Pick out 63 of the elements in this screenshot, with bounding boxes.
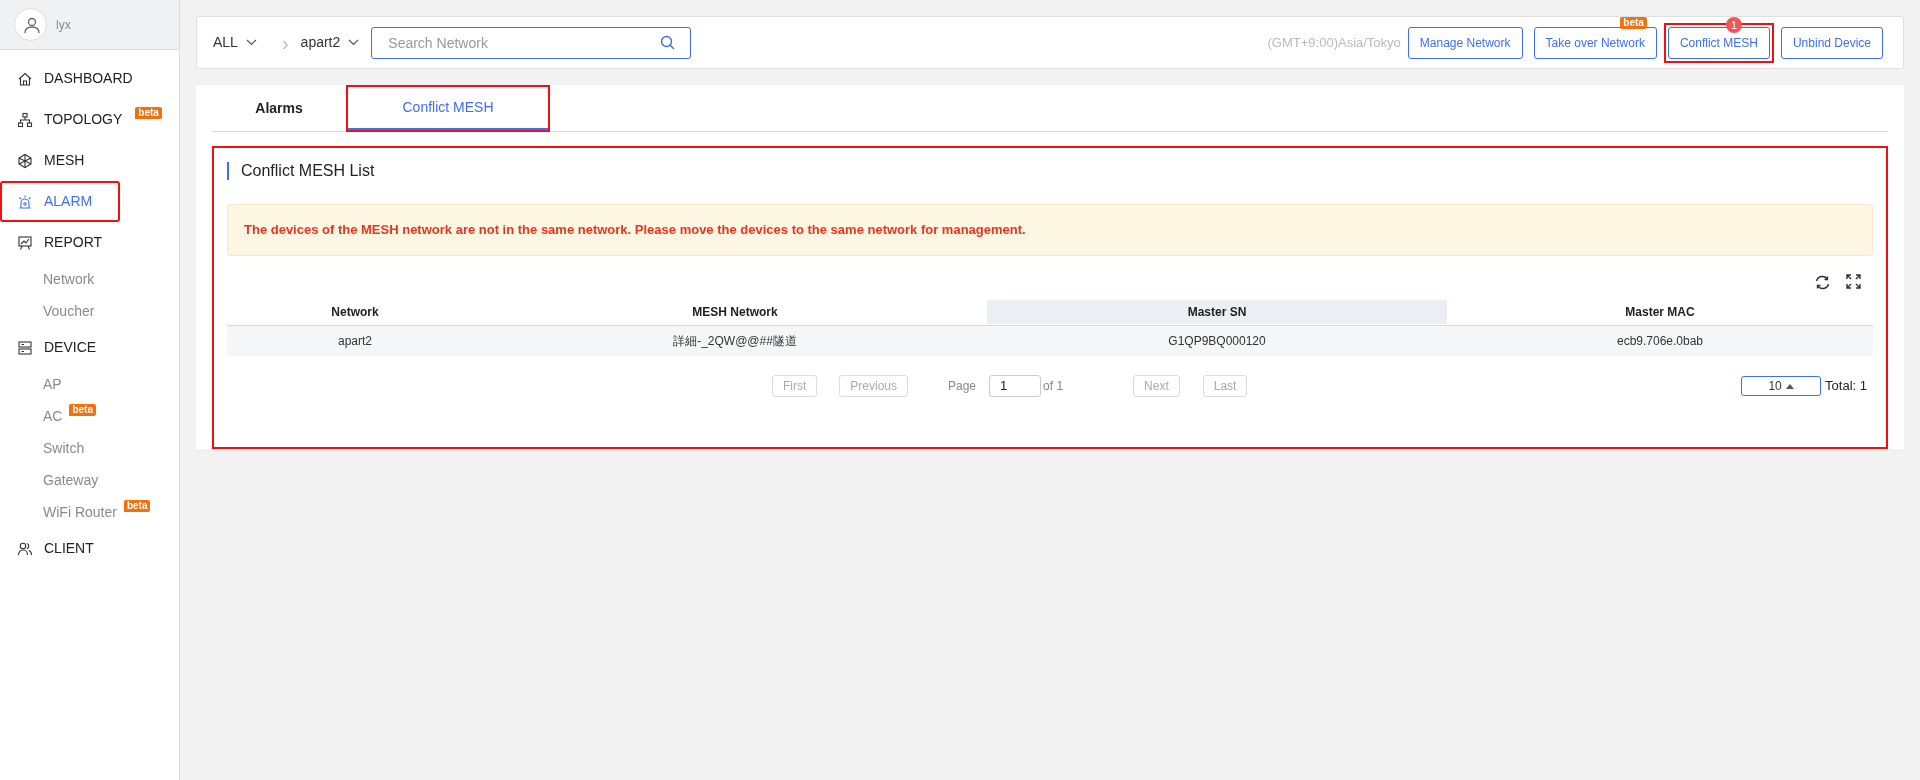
column-header[interactable]: MESH Network (483, 300, 987, 324)
column-header[interactable]: Network (227, 300, 483, 324)
timezone-label: (GMT+9:00)Asia/Tokyo (1267, 33, 1401, 52)
pagination-button[interactable]: Previous (839, 375, 908, 397)
tab[interactable]: Conflict MESH (348, 87, 548, 130)
search-field[interactable]: Search Network (371, 26, 692, 59)
breadcrumb-separator: › (281, 32, 289, 53)
nav-item[interactable]: DASHBOARD (0, 58, 143, 99)
nav-item[interactable]: TOPOLOGY (0, 99, 133, 140)
toolbar-button[interactable]: Take over Network (1533, 26, 1657, 59)
page-size-dropdown[interactable]: 10 (1741, 376, 1822, 396)
avatar-icon[interactable] (14, 8, 47, 41)
search-icon[interactable] (660, 34, 676, 50)
panel-title: Conflict MESH List (227, 162, 1873, 180)
beta-badge: beta (135, 107, 162, 119)
chevron-down-icon (245, 39, 257, 46)
nav-item[interactable]: ALARM (0, 181, 120, 222)
beta-badge: beta (1620, 16, 1647, 29)
chevron-down-icon (348, 39, 360, 46)
network-dropdown[interactable]: apart2 (300, 32, 360, 53)
column-header[interactable]: Master MAC (1447, 300, 1873, 324)
nav-item[interactable]: REPORT (0, 222, 120, 263)
pagination-button[interactable]: Last (1202, 375, 1248, 397)
toolbar-button[interactable]: Unbind Device (1780, 26, 1883, 59)
house-icon (17, 70, 33, 87)
nav-item[interactable]: MESH (0, 140, 120, 181)
beta-badge: beta (69, 404, 96, 416)
pagination-button[interactable]: Next (1133, 375, 1180, 397)
page-label: Page (948, 378, 977, 395)
page-count: of 1 (1043, 378, 1064, 395)
nav-item[interactable]: CLIENT (0, 528, 120, 569)
table-cell-text: G1QP9BQ000120 (1167, 333, 1267, 350)
siren-icon (17, 193, 33, 210)
page-number-field[interactable]: 1 (989, 375, 1042, 397)
beta-badge: beta (123, 500, 151, 512)
nav-subitem[interactable]: Network (0, 263, 99, 295)
toolbar-button[interactable]: Manage Network (1407, 26, 1523, 59)
polygon-icon (17, 152, 33, 169)
nav-subitem[interactable]: AP (0, 368, 66, 400)
nav-subitem[interactable]: Voucher (0, 295, 99, 327)
column-header[interactable]: Master SN (987, 300, 1447, 324)
nav-subitem[interactable]: Switch (0, 432, 89, 464)
pagination-button[interactable]: First (772, 375, 818, 397)
fullscreen-icon[interactable] (1846, 274, 1861, 292)
nav-item[interactable]: DEVICE (0, 327, 120, 368)
table-cell-text: ecb9.706e.0bab (1615, 333, 1705, 350)
nav-subitem[interactable]: AC (0, 400, 67, 432)
server-icon (17, 339, 33, 356)
caret-up-icon (1785, 383, 1794, 389)
hierarchy-icon (17, 111, 33, 128)
user-name: lyx (56, 16, 71, 34)
table-cell-text: 詳細-_2QW@@##隧道 (672, 333, 798, 350)
table-cell-text: apart2 (337, 333, 373, 350)
count-badge: 1 (1725, 16, 1742, 33)
total-count: Total: 1 (1825, 377, 1867, 396)
tab[interactable]: Alarms (214, 87, 344, 130)
nav-subitem[interactable]: Gateway (0, 464, 103, 496)
refresh-icon[interactable] (1814, 274, 1831, 292)
nav-subitem[interactable]: WiFi Router (0, 496, 121, 528)
alert-message: The devices of the MESH network are not in the same network. Please move the devices to the same network for management. (227, 204, 1873, 256)
chart-board-icon (17, 234, 33, 251)
users-icon (17, 540, 33, 557)
group-dropdown[interactable]: ALL (213, 32, 257, 53)
